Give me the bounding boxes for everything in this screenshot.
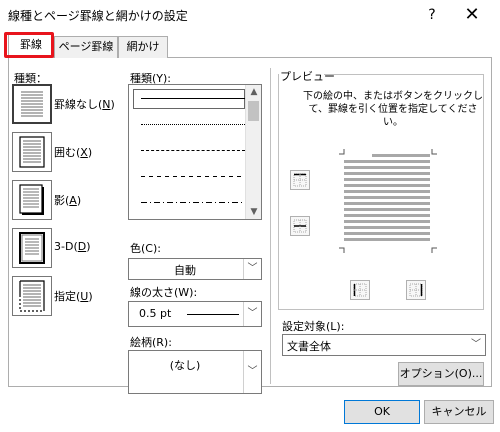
type-none[interactable]: 罫線なし(N): [12, 84, 122, 124]
border-top-icon: [293, 173, 307, 187]
scroll-up-icon[interactable]: ▲: [246, 85, 262, 99]
line-style-solid[interactable]: [141, 98, 245, 99]
help-button[interactable]: ?: [420, 4, 444, 26]
preview-crop-marks: [339, 149, 437, 253]
border-right-button[interactable]: [406, 280, 426, 300]
width-value: 0.5 pt: [139, 307, 172, 320]
line-style-scrollbar[interactable]: ▲ ▼: [245, 85, 261, 219]
border-left-icon: [353, 283, 367, 297]
type-shadow[interactable]: 影(A): [12, 180, 122, 220]
width-preview-line: [187, 314, 239, 315]
art-dropdown[interactable]: (なし) ﹀: [128, 350, 262, 394]
tab-page-border[interactable]: ページ罫線: [54, 36, 118, 58]
type-shadow-label: 影(A): [54, 194, 82, 207]
apply-to-value: 文書全体: [287, 340, 331, 353]
art-label: 絵柄(R):: [130, 336, 172, 349]
border-3d-icon: [12, 228, 52, 268]
border-top-button[interactable]: [290, 170, 310, 190]
line-width-dropdown[interactable]: 0.5 pt ﹀: [128, 301, 262, 327]
type-box-label: 囲む(X): [54, 146, 93, 159]
chevron-down-icon: ﹀: [471, 339, 481, 350]
tab-highlight-box: [4, 32, 54, 58]
line-style-dash-dot[interactable]: [141, 202, 245, 203]
apply-to-label: 設定対象(L):: [282, 320, 345, 333]
line-style-dashed[interactable]: [141, 176, 245, 177]
art-value: (なし): [169, 359, 201, 372]
cancel-button[interactable]: キャンセル: [424, 400, 494, 424]
width-label: 線の太さ(W):: [130, 286, 198, 299]
close-button[interactable]: ✕: [458, 3, 486, 27]
type-3d[interactable]: 3-D(D): [12, 228, 122, 268]
chevron-down-icon: ﹀: [243, 351, 261, 393]
type-custom[interactable]: 指定(U): [12, 276, 122, 316]
tab-shading[interactable]: 網かけ: [118, 36, 168, 58]
border-custom-icon: [12, 276, 52, 316]
chevron-down-icon: ﹀: [243, 302, 261, 326]
type-none-label: 罫線なし(N): [54, 98, 115, 111]
color-label: 色(C):: [130, 242, 161, 255]
line-style-list[interactable]: ▲ ▼: [128, 84, 262, 220]
preview-help-text: 下の絵の中、またはボタンをクリックして、罫線を引く位置を指定してください。: [303, 91, 483, 128]
type-custom-label: 指定(U): [54, 290, 93, 303]
scroll-thumb[interactable]: [248, 101, 259, 121]
line-style-selected-outline: [133, 89, 245, 109]
border-middle-button[interactable]: [290, 216, 310, 236]
color-value: 自動: [174, 264, 196, 277]
scroll-down-icon[interactable]: ▼: [246, 205, 262, 219]
border-shadow-icon: [12, 180, 52, 220]
chevron-down-icon: ﹀: [243, 259, 261, 279]
type-box[interactable]: 囲む(X): [12, 132, 122, 172]
border-middle-icon: [293, 219, 307, 233]
ok-button[interactable]: OK: [344, 400, 420, 424]
border-left-button[interactable]: [350, 280, 370, 300]
column-divider: [270, 68, 271, 384]
preview-label: プレビュー: [280, 70, 335, 83]
border-box-icon: [12, 132, 52, 172]
preview-group-top-line: [324, 74, 484, 75]
line-style-dotted-fine[interactable]: [141, 124, 245, 125]
dialog-title: 線種とページ罫線と網かけの設定: [8, 9, 188, 23]
color-dropdown[interactable]: 自動 ﹀: [128, 258, 262, 280]
options-button[interactable]: オプション(O)...: [398, 362, 484, 386]
border-right-icon: [409, 283, 423, 297]
line-style-dashed-fine[interactable]: [141, 150, 245, 151]
border-none-icon: [12, 84, 52, 124]
type-3d-label: 3-D(D): [54, 240, 91, 253]
apply-to-dropdown[interactable]: 文書全体 ﹀: [282, 334, 486, 356]
